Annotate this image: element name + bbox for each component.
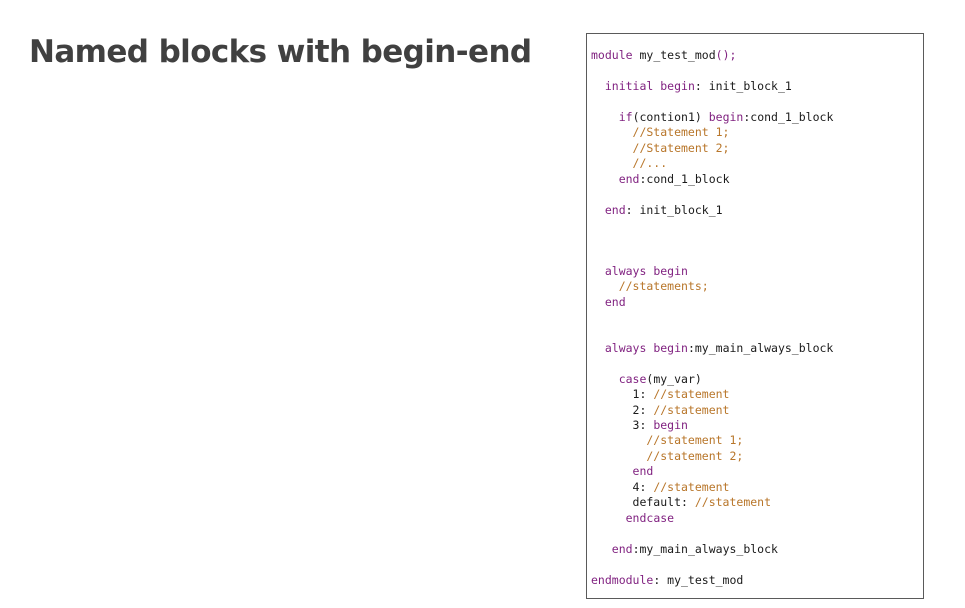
code-line: 2: //statement (591, 403, 730, 418)
code-comment: //statement 2; (591, 449, 744, 463)
code-line: always begin:my_main_always_block (591, 341, 834, 356)
code-text: :cond_1_block (639, 172, 730, 186)
code-line: end: init_block_1 (591, 203, 723, 218)
code-text: : init_block_1 (625, 203, 723, 217)
code-text: :cond_1_block (743, 110, 834, 124)
code-keyword: endcase (625, 511, 675, 525)
code-comment: //statement (653, 403, 730, 417)
code-comment: //statement 1; (591, 433, 744, 447)
code-text: (contion1) (632, 110, 709, 124)
code-comment: //Statement 2; (591, 141, 730, 155)
code-text: my_test_mod (632, 48, 716, 62)
code-line: //statement 1; (591, 433, 743, 448)
code-comment: //statement (653, 480, 730, 494)
code-text: (my_var) (646, 372, 702, 386)
code-keyword: end (604, 203, 626, 217)
code-text: default: (591, 495, 695, 509)
code-line: 1: //statement (591, 387, 730, 402)
code-line: //Statement 2; (591, 141, 730, 156)
code-comment: //statement (653, 387, 730, 401)
code-keyword: if (618, 110, 633, 124)
code-line: //statement 2; (591, 449, 743, 464)
code-line: //... (591, 156, 668, 171)
code-keyword: begin (708, 110, 744, 124)
code-line: if(contion1) begin:cond_1_block (591, 110, 834, 125)
code-line: end:cond_1_block (591, 172, 730, 187)
code-keyword: module (591, 48, 633, 62)
code-line: initial begin: init_block_1 (591, 79, 792, 94)
code-comment: //statement (694, 495, 772, 509)
code-line: module my_test_mod(); (591, 48, 736, 63)
code-panel: module my_test_mod(); initial begin: ini… (586, 33, 924, 599)
code-keyword: end (604, 295, 626, 309)
code-comment: //... (591, 156, 668, 170)
code-line: always begin (591, 264, 688, 279)
code-keyword: end (611, 542, 633, 556)
code-keyword: initial begin (604, 79, 695, 93)
code-text: :my_main_always_block (687, 341, 834, 355)
code-keyword: always begin (604, 341, 688, 355)
code-text: 1: (591, 387, 654, 401)
code-text: :my_main_always_block (632, 542, 778, 556)
code-keyword: (); (715, 48, 737, 62)
code-line: default: //statement (591, 495, 772, 510)
slide-title: Named blocks with begin-end (29, 34, 532, 70)
code-line: case(my_var) (591, 372, 702, 387)
code-line: endmodule: my_test_mod (591, 573, 743, 588)
code-line: end (591, 464, 654, 479)
code-keyword: begin (653, 418, 688, 432)
code-line: end (591, 295, 626, 310)
code-keyword: case (618, 372, 647, 386)
code-text: 2: (591, 403, 654, 417)
code-text: : my_test_mod (653, 573, 744, 587)
code-text: 4: (591, 480, 654, 494)
code-keyword: end (632, 464, 654, 478)
code-keyword: endmodule (591, 573, 654, 587)
code-line: 3: begin (591, 418, 688, 433)
code-line: //statements; (591, 279, 709, 294)
code-keyword: always begin (604, 264, 688, 278)
code-comment: //Statement 1; (591, 125, 730, 139)
code-line: 4: //statement (591, 480, 730, 495)
code-text: 3: (591, 418, 654, 432)
code-keyword: end (618, 172, 640, 186)
code-line: //Statement 1; (591, 125, 730, 140)
code-line: endcase (591, 511, 674, 526)
code-comment: //statements; (591, 279, 709, 293)
code-text: : init_block_1 (694, 79, 792, 93)
code-line: end:my_main_always_block (591, 542, 778, 557)
